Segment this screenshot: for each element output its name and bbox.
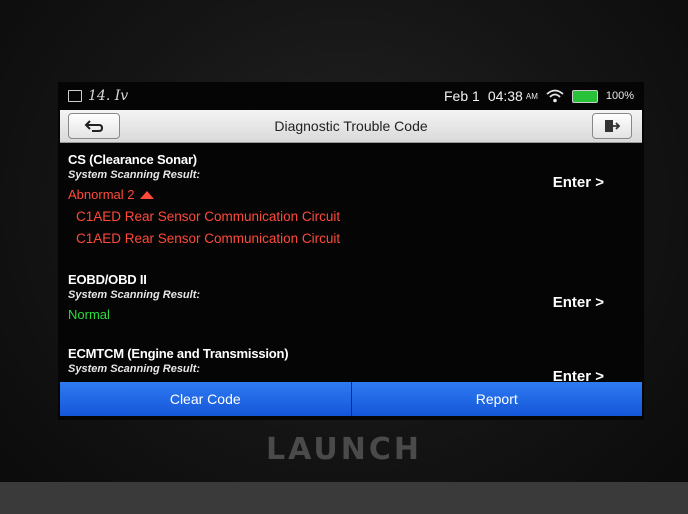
screen: 14. Iv Feb 1 04:38 AM 100% Diagnostic Tr… <box>58 82 644 420</box>
page-title: Diagnostic Trouble Code <box>274 118 428 134</box>
dtc-code-row: C1AED Rear Sensor Communication Circuit <box>76 231 341 246</box>
system-name: EOBD/OBD II <box>68 272 147 287</box>
clear-code-button[interactable]: Clear Code <box>60 382 352 416</box>
system-status-normal: Normal <box>68 307 110 322</box>
dtc-list[interactable]: CS (Clearance Sonar) System Scanning Res… <box>58 144 644 382</box>
battery-percent: 100% <box>605 90 634 102</box>
battery-icon <box>571 89 598 103</box>
status-right: Feb 1 04:38 AM 100% <box>444 88 634 104</box>
status-scribble: 14. Iv <box>88 88 129 104</box>
system-item-ecmtcm[interactable]: ECMTCM (Engine and Transmission) System … <box>68 346 634 382</box>
status-ampm: AM <box>525 91 538 101</box>
enter-button-ecmtcm[interactable]: Enter > <box>553 368 604 382</box>
wifi-icon <box>546 89 564 103</box>
title-bar: Diagnostic Trouble Code <box>60 110 642 143</box>
status-time: 04:38 <box>487 88 523 104</box>
system-item-cs[interactable]: CS (Clearance Sonar) System Scanning Res… <box>68 152 634 246</box>
action-bar: Clear Code Report <box>60 382 642 416</box>
report-button[interactable]: Report <box>351 382 642 416</box>
brand-logo: LAUNCH <box>265 432 422 467</box>
system-scan-label: System Scanning Result: <box>68 289 201 301</box>
status-left: 14. Iv <box>68 88 128 104</box>
status-date: Feb 1 <box>444 88 480 104</box>
system-item-eobd[interactable]: EOBD/OBD II System Scanning Result: Norm… <box>68 272 634 322</box>
system-name: ECMTCM (Engine and Transmission) <box>68 346 289 361</box>
system-scan-label: System Scanning Result: <box>68 169 201 181</box>
exit-button[interactable] <box>592 113 632 139</box>
collapse-arrow-icon[interactable] <box>140 190 155 199</box>
system-scan-label: System Scanning Result: <box>68 363 201 375</box>
status-bar: 14. Iv Feb 1 04:38 AM 100% <box>58 82 644 110</box>
enter-button-cs[interactable]: Enter > <box>553 174 604 191</box>
exit-icon <box>605 120 621 132</box>
system-name: CS (Clearance Sonar) <box>68 152 197 167</box>
device-bottom-edge <box>0 482 688 514</box>
system-status-abnormal[interactable]: Abnormal 2 <box>68 187 634 202</box>
notification-icon <box>68 90 82 102</box>
dtc-code-row: C1AED Rear Sensor Communication Circuit <box>76 209 341 224</box>
status-text: Abnormal 2 <box>68 187 135 202</box>
enter-button-eobd[interactable]: Enter > <box>553 294 604 311</box>
